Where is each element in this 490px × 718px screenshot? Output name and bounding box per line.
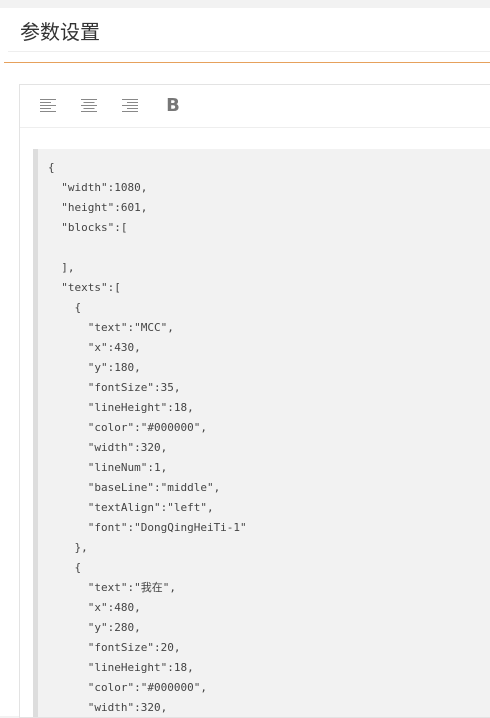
code-line: "fontSize":20,	[48, 641, 181, 654]
code-line: "y":280,	[48, 621, 141, 634]
code-line: "lineHeight":18,	[48, 401, 194, 414]
code-line: "width":1080,	[48, 181, 148, 194]
code-line: "height":601,	[48, 201, 148, 214]
code-line: "lineNum":1,	[48, 461, 168, 474]
code-line: "textAlign":"left",	[48, 501, 214, 514]
align-center-button[interactable]	[77, 94, 101, 118]
code-line: {	[48, 301, 82, 314]
page-title: 参数设置	[20, 20, 100, 44]
code-line: {	[48, 161, 55, 174]
code-line: "color":"#000000",	[48, 681, 207, 694]
code-line: "texts":[	[48, 281, 121, 294]
code-line: "width":320,	[48, 441, 168, 454]
code-line: "color":"#000000",	[48, 421, 207, 434]
code-line: "text":"我在",	[48, 581, 176, 594]
json-editor: B { "width":1080, "height":601, "blocks"…	[19, 84, 490, 718]
align-right-button[interactable]	[118, 94, 142, 118]
align-right-icon	[122, 99, 138, 112]
code-line: {	[48, 561, 82, 574]
editor-toolbar: B	[20, 85, 490, 128]
code-line: "fontSize":35,	[48, 381, 181, 394]
align-left-icon	[40, 99, 56, 112]
settings-panel: 参数设置 B {"width":1080, "height":601, "bl…	[0, 8, 490, 718]
align-left-button[interactable]	[36, 94, 60, 118]
align-center-icon	[81, 99, 97, 112]
code-line: "lineHeight":18,	[48, 661, 194, 674]
bold-button[interactable]: B	[161, 94, 185, 118]
code-line: },	[48, 541, 88, 554]
code-line: "y":180,	[48, 361, 141, 374]
code-line: "x":430,	[48, 341, 141, 354]
code-textarea[interactable]: { "width":1080, "height":601, "blocks":[…	[33, 149, 490, 717]
code-line: "x":480,	[48, 601, 141, 614]
code-line: "text":"MCC",	[48, 321, 174, 334]
code-line: "baseLine":"middle",	[48, 481, 221, 494]
code-line: "width":320,	[48, 701, 168, 714]
code-line: "font":"DongQingHeiTi-1"	[48, 521, 247, 534]
code-line: "blocks":[	[48, 221, 128, 234]
code-line: ],	[48, 261, 75, 274]
panel-header: 参数设置	[4, 8, 490, 63]
header-divider	[8, 51, 490, 52]
